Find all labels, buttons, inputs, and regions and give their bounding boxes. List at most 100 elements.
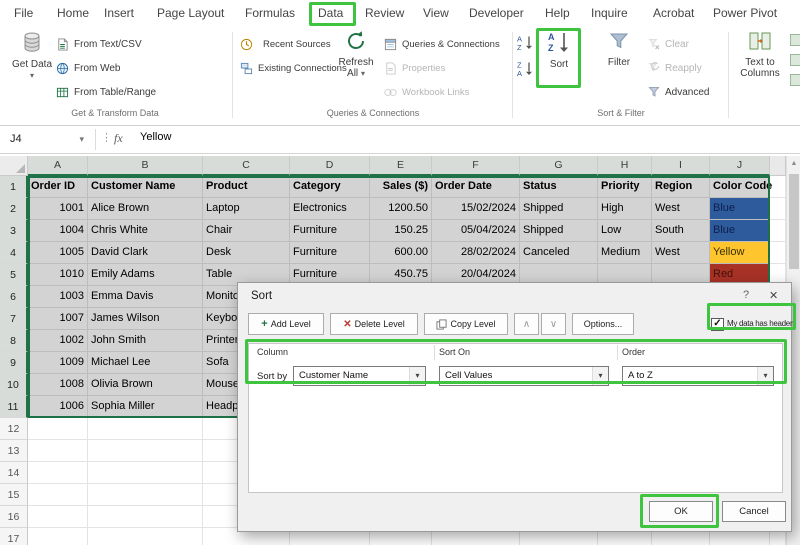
cell-F1[interactable]: Order Date [432, 176, 520, 198]
cell-C4[interactable]: Desk [203, 242, 290, 264]
cell-A3[interactable]: 1004 [28, 220, 88, 242]
cell-E1[interactable]: Sales ($) [370, 176, 432, 198]
cell-G2[interactable]: Shipped [520, 198, 598, 220]
cell-B11[interactable]: Sophia Miller [88, 396, 203, 418]
from-web-button[interactable]: From Web [56, 58, 121, 78]
cell-A14[interactable] [28, 462, 88, 484]
name-box[interactable]: J4 ▾ [0, 128, 92, 151]
cell-D3[interactable]: Furniture [290, 220, 370, 242]
cell-F4[interactable]: 28/02/2024 [432, 242, 520, 264]
cell-C1[interactable]: Product [203, 176, 290, 198]
add-level-button[interactable]: + Add Level [248, 313, 324, 335]
tab-formulas[interactable]: Formulas [245, 0, 295, 27]
cell-A6[interactable]: 1003 [28, 286, 88, 308]
cell-I2[interactable]: West [652, 198, 710, 220]
workbook-links-button[interactable]: Workbook Links [384, 82, 469, 102]
column-header-J[interactable]: J [710, 156, 770, 176]
dropdown-icon[interactable]: ▾ [409, 367, 425, 385]
help-icon[interactable]: ? [743, 289, 749, 301]
cell-A16[interactable] [28, 506, 88, 528]
row-header-10[interactable]: 10 [0, 374, 28, 396]
refresh-all-button[interactable]: Refresh All ▾ [334, 30, 378, 79]
clear-filter-button[interactable]: Clear [648, 34, 689, 54]
tab-help[interactable]: Help [545, 0, 570, 27]
queries-connections-button[interactable]: Queries & Connections [384, 34, 500, 54]
filter-button[interactable]: Filter [596, 30, 642, 68]
row-header-9[interactable]: 9 [0, 352, 28, 374]
advanced-filter-button[interactable]: Advanced [648, 82, 709, 102]
cell-A15[interactable] [28, 484, 88, 506]
close-icon[interactable]: ✕ [769, 289, 778, 302]
move-down-button[interactable]: ∨ [541, 313, 566, 335]
formula-bar-value[interactable]: Yellow [140, 131, 171, 143]
cell-A11[interactable]: 1006 [28, 396, 88, 418]
tab-acrobat[interactable]: Acrobat [653, 0, 694, 27]
get-data-button[interactable]: Get Data ▾ [10, 30, 54, 81]
tab-view[interactable]: View [423, 0, 449, 27]
row-header-1[interactable]: 1 [0, 176, 28, 198]
sort-descending-button[interactable]: ZA [516, 58, 534, 78]
cell-D2[interactable]: Electronics [290, 198, 370, 220]
cell-F2[interactable]: 15/02/2024 [432, 198, 520, 220]
cell-D4[interactable]: Furniture [290, 242, 370, 264]
move-up-button[interactable]: ∧ [514, 313, 539, 335]
my-data-has-headers-checkbox[interactable]: ✓ [711, 318, 724, 331]
cell-B4[interactable]: David Clark [88, 242, 203, 264]
cell-J3[interactable]: Blue [710, 220, 770, 242]
recent-sources-button[interactable]: Recent Sources [240, 34, 331, 54]
row-header-5[interactable]: 5 [0, 264, 28, 286]
cell-B10[interactable]: Olivia Brown [88, 374, 203, 396]
column-header-B[interactable]: B [88, 156, 203, 176]
cell-C3[interactable]: Chair [203, 220, 290, 242]
scroll-up-icon[interactable]: ▲ [787, 156, 800, 170]
cancel-button[interactable]: Cancel [722, 501, 786, 522]
row-header-2[interactable]: 2 [0, 198, 28, 220]
sort-ascending-button[interactable]: AZ [516, 32, 534, 52]
existing-connections-button[interactable]: Existing Connections [240, 58, 347, 78]
row-header-3[interactable]: 3 [0, 220, 28, 242]
fx-icon[interactable]: fx [114, 131, 123, 146]
tab-review[interactable]: Review [365, 0, 404, 27]
tab-home[interactable]: Home [57, 0, 89, 27]
cell-J2[interactable]: Blue [710, 198, 770, 220]
text-to-columns-button[interactable]: Text to Columns [732, 30, 788, 79]
cell-B15[interactable] [88, 484, 203, 506]
sort-on-select[interactable]: Cell Values ▾ [439, 366, 609, 386]
cell-B13[interactable] [88, 440, 203, 462]
cell-B17[interactable] [88, 528, 203, 545]
column-header-I[interactable]: I [652, 156, 710, 176]
cell-E3[interactable]: 150.25 [370, 220, 432, 242]
cell-A1[interactable]: Order ID [28, 176, 88, 198]
row-header-15[interactable]: 15 [0, 484, 28, 506]
cell-H1[interactable]: Priority [598, 176, 652, 198]
cell-H2[interactable]: High [598, 198, 652, 220]
cell-A10[interactable]: 1008 [28, 374, 88, 396]
cell-B2[interactable]: Alice Brown [88, 198, 203, 220]
column-header-G[interactable]: G [520, 156, 598, 176]
cell-B14[interactable] [88, 462, 203, 484]
row-header-16[interactable]: 16 [0, 506, 28, 528]
dropdown-icon[interactable]: ▾ [757, 367, 773, 385]
options-button[interactable]: Options... [572, 313, 634, 335]
name-box-dropdown-icon[interactable]: ▾ [79, 128, 84, 151]
cell-A8[interactable]: 1002 [28, 330, 88, 352]
ok-button[interactable]: OK [649, 501, 713, 522]
cell-B9[interactable]: Michael Lee [88, 352, 203, 374]
row-header-12[interactable]: 12 [0, 418, 28, 440]
cell-A4[interactable]: 1005 [28, 242, 88, 264]
row-header-6[interactable]: 6 [0, 286, 28, 308]
cell-A12[interactable] [28, 418, 88, 440]
cell-D1[interactable]: Category [290, 176, 370, 198]
tab-inquire[interactable]: Inquire [591, 0, 628, 27]
dropdown-icon[interactable]: ▾ [592, 367, 608, 385]
row-header-4[interactable]: 4 [0, 242, 28, 264]
sort-order-select[interactable]: A to Z ▾ [622, 366, 774, 386]
reapply-filter-button[interactable]: Reapply [648, 58, 702, 78]
cell-B3[interactable]: Chris White [88, 220, 203, 242]
cell-A17[interactable] [28, 528, 88, 545]
tab-file[interactable]: File [14, 0, 33, 27]
cell-A5[interactable]: 1010 [28, 264, 88, 286]
cell-B7[interactable]: James Wilson [88, 308, 203, 330]
cell-B1[interactable]: Customer Name [88, 176, 203, 198]
column-header-D[interactable]: D [290, 156, 370, 176]
